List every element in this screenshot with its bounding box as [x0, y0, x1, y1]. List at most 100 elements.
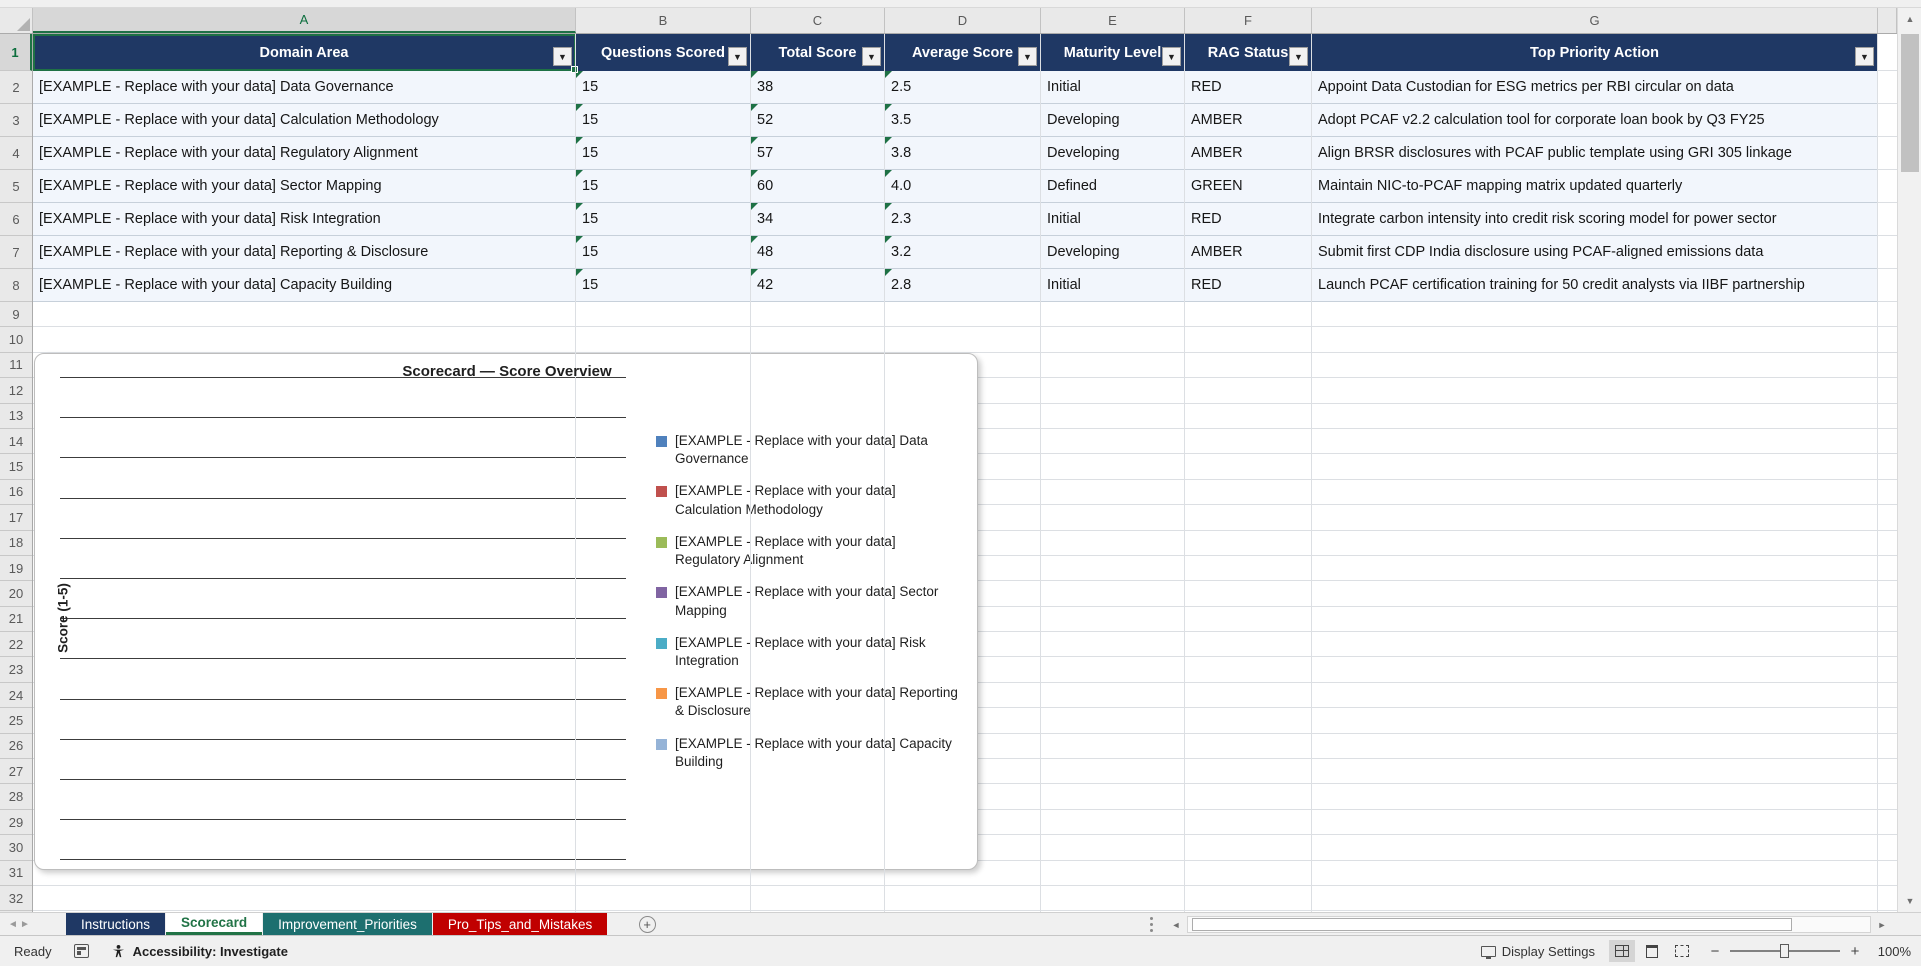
sheet-tab-improvement_priorities[interactable]: Improvement_Priorities — [263, 913, 432, 935]
cell-r4c5[interactable]: Developing — [1041, 137, 1185, 170]
cell-r6c5[interactable]: Initial — [1041, 203, 1185, 236]
add-sheet-button[interactable]: + — [632, 913, 662, 935]
legend-item[interactable]: [EXAMPLE - Replace with your data] Risk … — [656, 634, 962, 670]
zoom-slider-thumb[interactable] — [1780, 944, 1789, 958]
page-break-view-button[interactable] — [1669, 940, 1695, 962]
legend-item[interactable]: [EXAMPLE - Replace with your data] Regul… — [656, 533, 962, 569]
row-header-6[interactable]: 6 — [0, 203, 32, 236]
cell-r6c4[interactable]: 2.3 — [885, 203, 1041, 236]
legend-item[interactable]: [EXAMPLE - Replace with your data] Secto… — [656, 583, 962, 619]
row-header-13[interactable]: 13 — [0, 404, 32, 429]
cell-r7c7[interactable]: Submit first CDP India disclosure using … — [1312, 236, 1878, 269]
tab-nav-right-icon[interactable]: ► — [12, 913, 38, 935]
zoom-out-button[interactable]: − — [1709, 943, 1721, 960]
page-layout-view-button[interactable] — [1639, 940, 1665, 962]
cell-r3c4[interactable]: 3.5 — [885, 104, 1041, 137]
horizontal-scrollbar-thumb[interactable] — [1192, 918, 1792, 931]
filter-dropdown-icon[interactable]: ▼ — [1855, 47, 1874, 66]
row-header-23[interactable]: 23 — [0, 657, 32, 683]
cell-r2c5[interactable]: Initial — [1041, 71, 1185, 104]
cell-r5c7[interactable]: Maintain NIC-to-PCAF mapping matrix upda… — [1312, 170, 1878, 203]
cell-r8c4[interactable]: 2.8 — [885, 269, 1041, 302]
zoom-in-button[interactable]: + — [1849, 943, 1861, 960]
filter-dropdown-icon[interactable]: ▼ — [1289, 47, 1308, 66]
cell-r8c6[interactable]: RED — [1185, 269, 1312, 302]
sheet-tab-instructions[interactable]: Instructions — [66, 913, 166, 935]
row-header-14[interactable]: 14 — [0, 429, 32, 455]
column-header-E[interactable]: E — [1041, 8, 1185, 33]
row-header-16[interactable]: 16 — [0, 480, 32, 506]
horizontal-scrollbar-track[interactable] — [1187, 916, 1871, 933]
cell-r8c3[interactable]: 42 — [751, 269, 885, 302]
tab-scrollbar-splitter[interactable] — [1150, 917, 1154, 938]
row-header-17[interactable]: 17 — [0, 505, 32, 531]
cell-r4c1[interactable]: [EXAMPLE - Replace with your data] Regul… — [33, 137, 576, 170]
row-header-5[interactable]: 5 — [0, 170, 32, 203]
cell-r4c3[interactable]: 57 — [751, 137, 885, 170]
row-header-29[interactable]: 29 — [0, 810, 32, 836]
display-settings-button[interactable]: Display Settings — [1480, 944, 1595, 959]
cell-r5c3[interactable]: 60 — [751, 170, 885, 203]
row-header-28[interactable]: 28 — [0, 784, 32, 810]
legend-item[interactable]: [EXAMPLE - Replace with your data] Capac… — [656, 735, 962, 771]
row-header-31[interactable]: 31 — [0, 861, 32, 886]
cell-r4c4[interactable]: 3.8 — [885, 137, 1041, 170]
row-header-25[interactable]: 25 — [0, 708, 32, 734]
cell-r8c2[interactable]: 15 — [576, 269, 751, 302]
cell-r3c5[interactable]: Developing — [1041, 104, 1185, 137]
cell-r4c6[interactable]: AMBER — [1185, 137, 1312, 170]
cell-r6c1[interactable]: [EXAMPLE - Replace with your data] Risk … — [33, 203, 576, 236]
row-header-18[interactable]: 18 — [0, 531, 32, 556]
cell-r5c6[interactable]: GREEN — [1185, 170, 1312, 203]
column-header-A[interactable]: A — [33, 8, 576, 33]
row-header-26[interactable]: 26 — [0, 734, 32, 760]
row-header-32[interactable]: 32 — [0, 886, 32, 912]
legend-item[interactable]: [EXAMPLE - Replace with your data] Repor… — [656, 684, 962, 720]
cell-r7c5[interactable]: Developing — [1041, 236, 1185, 269]
row-header-9[interactable]: 9 — [0, 302, 32, 328]
cell-r7c1[interactable]: [EXAMPLE - Replace with your data] Repor… — [33, 236, 576, 269]
cell-r8c5[interactable]: Initial — [1041, 269, 1185, 302]
row-header-24[interactable]: 24 — [0, 683, 32, 709]
cell-r2c4[interactable]: 2.5 — [885, 71, 1041, 104]
vertical-scrollbar[interactable]: ▲ ▼ — [1897, 8, 1921, 912]
cell-r3c3[interactable]: 52 — [751, 104, 885, 137]
cell-r2c1[interactable]: [EXAMPLE - Replace with your data] Data … — [33, 71, 576, 104]
filter-dropdown-icon[interactable]: ▼ — [553, 47, 572, 66]
horizontal-scrollbar[interactable]: ◄ ► — [1165, 915, 1893, 934]
legend-item[interactable]: [EXAMPLE - Replace with your data] Data … — [656, 432, 962, 468]
cell-r5c4[interactable]: 4.0 — [885, 170, 1041, 203]
cell-r6c2[interactable]: 15 — [576, 203, 751, 236]
row-header-27[interactable]: 27 — [0, 759, 32, 785]
score-overview-chart[interactable]: Scorecard — Score Overview Score (1-5) [… — [34, 353, 978, 870]
row-header-20[interactable]: 20 — [0, 581, 32, 607]
column-header-C[interactable]: C — [751, 8, 885, 33]
row-header-15[interactable]: 15 — [0, 454, 32, 480]
cell-r3c2[interactable]: 15 — [576, 104, 751, 137]
row-header-30[interactable]: 30 — [0, 835, 32, 861]
row-header-1[interactable]: 1 — [0, 34, 32, 71]
cell-r8c1[interactable]: [EXAMPLE - Replace with your data] Capac… — [33, 269, 576, 302]
filter-dropdown-icon[interactable]: ▼ — [1162, 47, 1181, 66]
sheet-tab-pro_tips_and_mistakes[interactable]: Pro_Tips_and_Mistakes — [432, 913, 608, 935]
cell-r6c6[interactable]: RED — [1185, 203, 1312, 236]
cell-r6c3[interactable]: 34 — [751, 203, 885, 236]
row-header-2[interactable]: 2 — [0, 71, 32, 104]
legend-item[interactable]: [EXAMPLE - Replace with your data] Calcu… — [656, 482, 962, 518]
row-header-4[interactable]: 4 — [0, 137, 32, 170]
cell-r7c3[interactable]: 48 — [751, 236, 885, 269]
cell-r3c1[interactable]: [EXAMPLE - Replace with your data] Calcu… — [33, 104, 576, 137]
column-header-F[interactable]: F — [1185, 8, 1312, 33]
accessibility-status[interactable]: Accessibility: Investigate — [111, 944, 288, 959]
cell-r2c3[interactable]: 38 — [751, 71, 885, 104]
row-header-8[interactable]: 8 — [0, 269, 32, 302]
column-header-B[interactable]: B — [576, 8, 751, 33]
cell-r5c1[interactable]: [EXAMPLE - Replace with your data] Secto… — [33, 170, 576, 203]
column-header-D[interactable]: D — [885, 8, 1041, 33]
select-all-button[interactable] — [0, 8, 33, 33]
row-header-7[interactable]: 7 — [0, 236, 32, 269]
normal-view-button[interactable] — [1609, 940, 1635, 962]
cell-r2c2[interactable]: 15 — [576, 71, 751, 104]
scroll-left-icon[interactable]: ◄ — [1165, 915, 1187, 934]
cell-r4c2[interactable]: 15 — [576, 137, 751, 170]
